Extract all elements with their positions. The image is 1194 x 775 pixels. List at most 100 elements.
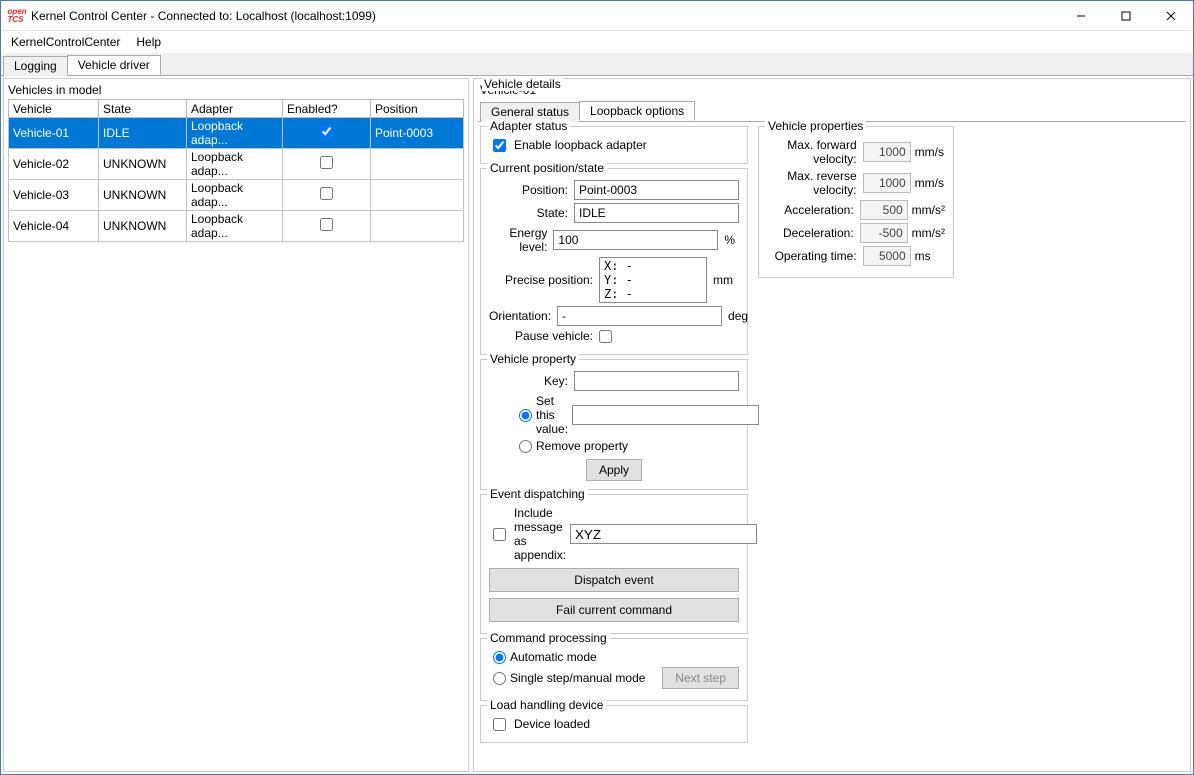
device-loaded-label: Device loaded	[514, 717, 590, 731]
energy-label: Energy level:	[489, 226, 553, 254]
col-vehicle[interactable]: Vehicle	[9, 100, 99, 118]
vehicle-properties-group: Vehicle properties Max. forward velocity…	[758, 126, 954, 278]
property-unit: mm/s²	[908, 226, 945, 240]
property-unit: ms	[911, 249, 945, 263]
cell-enabled	[283, 149, 371, 180]
enable-loopback-label: Enable loopback adapter	[514, 138, 647, 152]
property-label: Deceleration:	[767, 226, 860, 240]
app-icon: openTCS	[9, 8, 25, 24]
enabled-checkbox[interactable]	[320, 156, 333, 169]
menu-help[interactable]: Help	[130, 33, 167, 51]
precise-position-label: Precise position:	[489, 273, 599, 287]
table-row[interactable]: Vehicle-04UNKNOWNLoopback adap...	[9, 211, 464, 242]
position-input[interactable]	[574, 180, 739, 200]
col-enabled[interactable]: Enabled?	[283, 100, 371, 118]
property-value	[863, 142, 911, 162]
key-input[interactable]	[574, 371, 739, 391]
table-header-row: Vehicle State Adapter Enabled? Position	[9, 100, 464, 118]
titlebar: openTCS Kernel Control Center - Connecte…	[1, 1, 1193, 31]
remove-property-radio[interactable]	[519, 440, 532, 453]
include-appendix-label: Include message as appendix:	[514, 506, 566, 562]
property-row: Acceleration: mm/s²	[767, 200, 945, 220]
state-label: State:	[489, 206, 574, 220]
window-title: Kernel Control Center - Connected to: Lo…	[31, 9, 1058, 23]
command-processing-group: Command processing Automatic mode Single…	[480, 638, 748, 701]
current-position-legend: Current position/state	[487, 161, 607, 175]
cell-enabled	[283, 118, 371, 149]
cell-state: IDLE	[99, 118, 187, 149]
vehicle-property-group: Vehicle property Key: Set this value:	[480, 359, 748, 490]
close-button[interactable]	[1148, 1, 1193, 30]
include-appendix-checkbox[interactable]	[493, 528, 506, 541]
property-label: Max. forward velocity:	[767, 138, 863, 166]
enable-loopback-checkbox[interactable]	[493, 139, 506, 152]
state-input[interactable]	[574, 203, 739, 223]
cell-state: UNKNOWN	[99, 211, 187, 242]
vehicle-properties-legend: Vehicle properties	[765, 119, 866, 133]
cell-position	[371, 149, 464, 180]
automatic-mode-label: Automatic mode	[510, 650, 597, 664]
tab-loopback-options[interactable]: Loopback options	[579, 101, 695, 121]
vehicle-property-legend: Vehicle property	[487, 352, 579, 366]
tab-logging[interactable]: Logging	[3, 56, 68, 76]
property-unit: mm/s²	[908, 203, 945, 217]
enabled-checkbox[interactable]	[320, 218, 333, 231]
set-value-radio[interactable]	[519, 409, 532, 422]
single-step-mode-radio[interactable]	[493, 672, 506, 685]
load-handling-group: Load handling device Device loaded	[480, 705, 748, 743]
maximize-button[interactable]	[1103, 1, 1148, 30]
col-state[interactable]: State	[99, 100, 187, 118]
next-step-button[interactable]: Next step	[662, 667, 739, 689]
property-label: Acceleration:	[767, 203, 860, 217]
event-dispatching-legend: Event dispatching	[487, 487, 588, 501]
property-row: Operating time: ms	[767, 246, 945, 266]
menu-kernelcontrolcenter[interactable]: KernelControlCenter	[5, 33, 126, 51]
content-area: Vehicles in model Vehicle State Adapter …	[1, 76, 1193, 774]
property-row: Max. forward velocity:mm/s	[767, 138, 945, 166]
cell-position	[371, 211, 464, 242]
single-step-mode-label: Single step/manual mode	[510, 671, 645, 685]
fail-command-button[interactable]: Fail current command	[489, 598, 739, 622]
main-tabbar: Logging Vehicle driver	[1, 53, 1193, 76]
vehicles-panel: Vehicles in model Vehicle State Adapter …	[3, 78, 469, 772]
property-value	[863, 246, 911, 266]
automatic-mode-radio[interactable]	[493, 651, 506, 664]
precise-position-input[interactable]	[599, 257, 707, 303]
enabled-checkbox[interactable]	[320, 187, 333, 200]
tab-vehicle-driver[interactable]: Vehicle driver	[67, 55, 161, 75]
cell-vehicle: Vehicle-02	[9, 149, 99, 180]
position-label: Position:	[489, 183, 574, 197]
cell-position: Point-0003	[371, 118, 464, 149]
precise-position-unit: mm	[707, 273, 739, 287]
property-label: Operating time:	[767, 249, 863, 263]
minimize-button[interactable]	[1058, 1, 1103, 30]
device-loaded-checkbox[interactable]	[493, 718, 506, 731]
table-row[interactable]: Vehicle-02UNKNOWNLoopback adap...	[9, 149, 464, 180]
key-label: Key:	[489, 374, 574, 388]
cell-adapter: Loopback adap...	[187, 211, 283, 242]
window-controls	[1058, 1, 1193, 30]
table-row[interactable]: Vehicle-01IDLELoopback adap...Point-0003	[9, 118, 464, 149]
set-value-input[interactable]	[572, 405, 759, 425]
cell-adapter: Loopback adap...	[187, 180, 283, 211]
cell-adapter: Loopback adap...	[187, 118, 283, 149]
pause-vehicle-label: Pause vehicle:	[489, 329, 599, 343]
vehicle-details-panel: Vehicle details Vehicle-01 General statu…	[473, 78, 1191, 772]
energy-input[interactable]	[553, 230, 718, 250]
cell-enabled	[283, 180, 371, 211]
col-position[interactable]: Position	[371, 100, 464, 118]
appendix-input[interactable]	[570, 524, 757, 544]
details-outer: Vehicle details Vehicle-01 General statu…	[478, 83, 1186, 747]
col-adapter[interactable]: Adapter	[187, 100, 283, 118]
cell-vehicle: Vehicle-04	[9, 211, 99, 242]
apply-button[interactable]: Apply	[586, 459, 642, 481]
cell-state: UNKNOWN	[99, 149, 187, 180]
dispatch-event-button[interactable]: Dispatch event	[489, 568, 739, 592]
table-row[interactable]: Vehicle-03UNKNOWNLoopback adap...	[9, 180, 464, 211]
adapter-status-group: Adapter status Enable loopback adapter	[480, 126, 748, 164]
load-handling-legend: Load handling device	[487, 698, 606, 712]
property-row: Max. reverse velocity:mm/s	[767, 169, 945, 197]
enabled-checkbox[interactable]	[320, 125, 333, 138]
pause-vehicle-checkbox[interactable]	[599, 330, 612, 343]
orientation-input[interactable]	[557, 306, 722, 326]
